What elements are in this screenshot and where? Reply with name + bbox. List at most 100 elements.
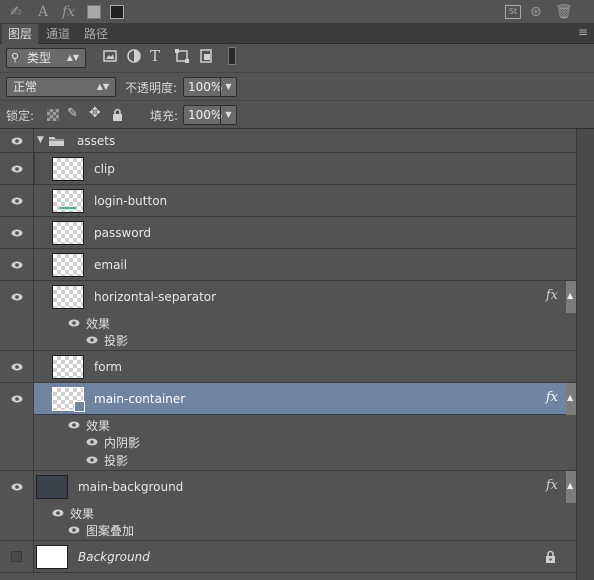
layer-thumbnail[interactable] [52,221,84,245]
layer-name: Background [78,550,150,564]
layer-thumbnail[interactable] [52,355,84,379]
eye-icon[interactable] [68,526,80,534]
eye-icon[interactable] [52,509,64,517]
lock-row: 锁定: ✎ ✥ 填充: 100% ▼ [0,100,594,128]
eye-icon[interactable] [86,438,98,446]
visibility-cell [0,185,34,216]
layer-group-assets[interactable]: ▼ assets [0,129,576,153]
eye-icon[interactable] [11,137,23,145]
layer-email[interactable]: email [0,249,576,281]
trash-icon[interactable]: 🗑 [555,3,573,21]
pixel-filter-icon[interactable] [102,48,118,64]
fx-expand-toggle[interactable]: ▲ [566,281,576,313]
layer-name: password [94,226,151,240]
effects-label: 效果 [70,507,95,521]
fx-expand-toggle[interactable]: ▲ [566,383,576,415]
adjustment-filter-icon[interactable] [126,48,142,64]
filter-toggle[interactable] [228,47,236,65]
eye-icon[interactable] [68,319,80,327]
folder-icon [48,135,65,150]
visibility-toggle-off[interactable] [11,551,22,562]
layer-clip[interactable]: clip [0,153,576,185]
chevron-down-icon[interactable]: ▼ [220,78,236,96]
tab-paths[interactable]: 路径 [78,24,114,44]
smart-object-filter-icon[interactable] [198,48,214,64]
visibility-cell [0,281,34,350]
layer-filter-row: ⚲ 类型 ▲▼ [0,44,594,72]
eye-icon[interactable] [11,483,23,491]
tab-channels[interactable]: 通道 [40,24,76,44]
eye-icon[interactable] [11,165,23,173]
link-icon[interactable]: ⊛ [530,3,542,21]
layer-thumbnail[interactable] [52,157,84,181]
panel-tabs: 图层 通道 路径 ≡ [0,24,594,44]
lock-all-icon[interactable] [112,108,123,121]
fill-field[interactable]: 100% ▼ [183,105,237,125]
layer-form[interactable]: form [0,351,576,383]
layer-thumbnail[interactable] [52,387,85,412]
effect-pattern-overlay[interactable]: 图案叠加 [86,522,134,539]
layer-login-button[interactable]: login-button [0,185,576,217]
chevron-down-icon: ▲▼ [96,82,109,91]
layer-thumbnail[interactable] [36,475,68,499]
layer-thumbnail[interactable] [52,253,84,277]
effect-inner-shadow[interactable]: 内阴影 [104,434,140,451]
eye-icon[interactable] [11,197,23,205]
layer-horizontal-separator[interactable]: horizontal-separator fx ▲ 效果 投影 [0,281,576,351]
layer-background[interactable]: Background [0,541,576,573]
tab-layers[interactable]: 图层 [2,24,39,44]
panel-toolbar: ✍ A fx St ⊛ 🗑 [0,0,594,24]
thumbnail-accent [60,207,76,209]
filter-kind-select[interactable]: ⚲ 类型 ▲▼ [6,48,86,68]
eye-icon[interactable] [68,421,80,429]
layer-thumbnail[interactable] [36,545,68,569]
lock-icon [545,550,556,566]
eye-icon[interactable] [86,336,98,344]
lock-move-icon[interactable]: ✥ [89,105,101,121]
visibility-cell [0,129,34,152]
text-icon[interactable]: A [38,3,48,21]
effect-drop-shadow[interactable]: 投影 [104,452,128,469]
eye-icon[interactable] [11,363,23,371]
layer-password[interactable]: password [0,217,576,249]
visibility-cell [0,249,34,280]
panel-menu-icon[interactable]: ≡ [578,25,588,39]
eye-icon[interactable] [11,261,23,269]
layer-thumbnail[interactable] [52,189,84,213]
fx-expand-toggle[interactable]: ▲ [566,471,576,503]
visibility-cell [0,541,34,572]
smart-object-badge-icon [74,401,85,412]
layer-main-background[interactable]: main-background fx ▲ 效果 图案叠加 [0,471,576,541]
mask-icon[interactable] [87,5,101,19]
color-swatch-icon[interactable] [110,5,124,19]
eye-icon[interactable] [11,229,23,237]
layer-thumbnail[interactable] [52,285,84,309]
fill-value: 100% [188,108,223,122]
opacity-field[interactable]: 100% ▼ [183,77,237,97]
opacity-value: 100% [188,80,223,94]
visibility-cell [0,383,34,470]
lock-brush-icon[interactable]: ✎ [67,106,78,121]
eye-icon[interactable] [86,456,98,464]
lock-label: 锁定: [6,109,35,123]
chevron-down-icon[interactable]: ▼ [220,106,236,124]
layers-scrollbar[interactable] [576,129,594,580]
layer-main-container[interactable]: main-container fx ▲ 效果 内阴影 投影 [0,383,576,471]
layer-name: form [94,360,122,374]
fx-badge-icon[interactable]: fx [546,478,558,493]
layer-name: main-container [94,392,186,406]
lock-transparency-icon[interactable] [47,109,59,121]
shape-filter-icon[interactable] [174,48,190,64]
eye-icon[interactable] [11,293,23,301]
visibility-cell [0,351,34,382]
disclosure-triangle-icon[interactable]: ▼ [37,135,44,145]
fx-badge-icon[interactable]: fx [546,288,558,303]
effect-drop-shadow[interactable]: 投影 [104,332,128,349]
stock-icon[interactable]: St [505,5,521,19]
brush-settings-icon[interactable]: ✍ [10,3,22,21]
blend-mode-select[interactable]: 正常 ▲▼ [6,77,116,97]
fx-badge-icon[interactable]: fx [546,390,558,405]
eye-icon[interactable] [11,395,23,403]
type-filter-icon[interactable]: T [150,48,166,64]
fx-icon[interactable]: fx [62,3,75,21]
